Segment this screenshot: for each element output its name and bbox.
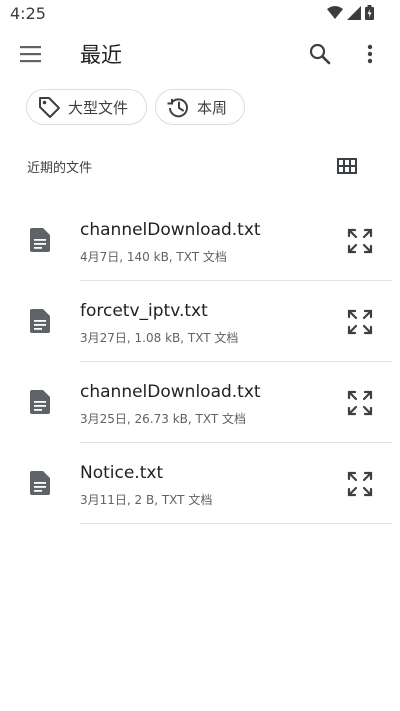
document-icon: [30, 309, 50, 333]
document-icon: [30, 471, 50, 495]
battery-icon: [365, 5, 374, 20]
this-week-chip[interactable]: 本周: [155, 89, 245, 125]
status-icons: [327, 5, 374, 20]
grid-view-icon: [337, 158, 357, 174]
history-icon: [167, 98, 188, 118]
file-meta: 4月7日, 140 kB, TXT 文档: [80, 250, 227, 264]
large-files-chip-label: 大型文件: [68, 98, 129, 117]
file-row[interactable]: Notice.txt 3月11日, 2 B, TXT 文档: [0, 443, 392, 524]
expand-icon: [347, 390, 373, 416]
expand-icon: [347, 309, 373, 335]
status-bar: 4:25: [0, 0, 400, 28]
preview-button[interactable]: [346, 470, 374, 498]
preview-button[interactable]: [346, 389, 374, 417]
menu-button[interactable]: [17, 42, 45, 66]
this-week-chip-label: 本周: [197, 98, 228, 117]
expand-icon: [347, 471, 373, 497]
file-row[interactable]: channelDownload.txt 3月25日, 26.73 kB, TXT…: [0, 362, 392, 443]
section-title: 近期的文件: [27, 161, 93, 176]
app-bar: 最近: [0, 28, 400, 80]
document-icon: [30, 390, 50, 414]
search-button[interactable]: [306, 40, 334, 68]
page-title: 最近: [80, 43, 122, 67]
wifi-icon: [327, 5, 343, 19]
file-meta: 3月25日, 26.73 kB, TXT 文档: [80, 412, 246, 426]
document-icon: [30, 228, 50, 252]
file-row[interactable]: channelDownload.txt 4月7日, 140 kB, TXT 文档: [0, 200, 392, 281]
file-row[interactable]: forcetv_iptv.txt 3月27日, 1.08 kB, TXT 文档: [0, 281, 392, 362]
preview-button[interactable]: [346, 308, 374, 336]
search-icon: [309, 43, 331, 65]
file-name: Notice.txt: [80, 463, 164, 483]
grid-view-button[interactable]: [337, 156, 357, 176]
status-time: 4:25: [10, 4, 46, 23]
file-name: forcetv_iptv.txt: [80, 301, 208, 321]
expand-icon: [347, 228, 373, 254]
hamburger-menu-icon: [20, 46, 41, 63]
signal-icon: [347, 5, 361, 20]
file-name: channelDownload.txt: [80, 382, 261, 402]
file-name: channelDownload.txt: [80, 220, 261, 240]
more-vert-icon: [367, 44, 373, 64]
more-options-button[interactable]: [360, 40, 380, 68]
large-files-chip[interactable]: 大型文件: [26, 89, 147, 125]
tag-icon: [39, 97, 60, 118]
file-meta: 3月27日, 1.08 kB, TXT 文档: [80, 331, 239, 345]
file-meta: 3月11日, 2 B, TXT 文档: [80, 493, 213, 507]
divider: [80, 523, 392, 524]
preview-button[interactable]: [346, 227, 374, 255]
